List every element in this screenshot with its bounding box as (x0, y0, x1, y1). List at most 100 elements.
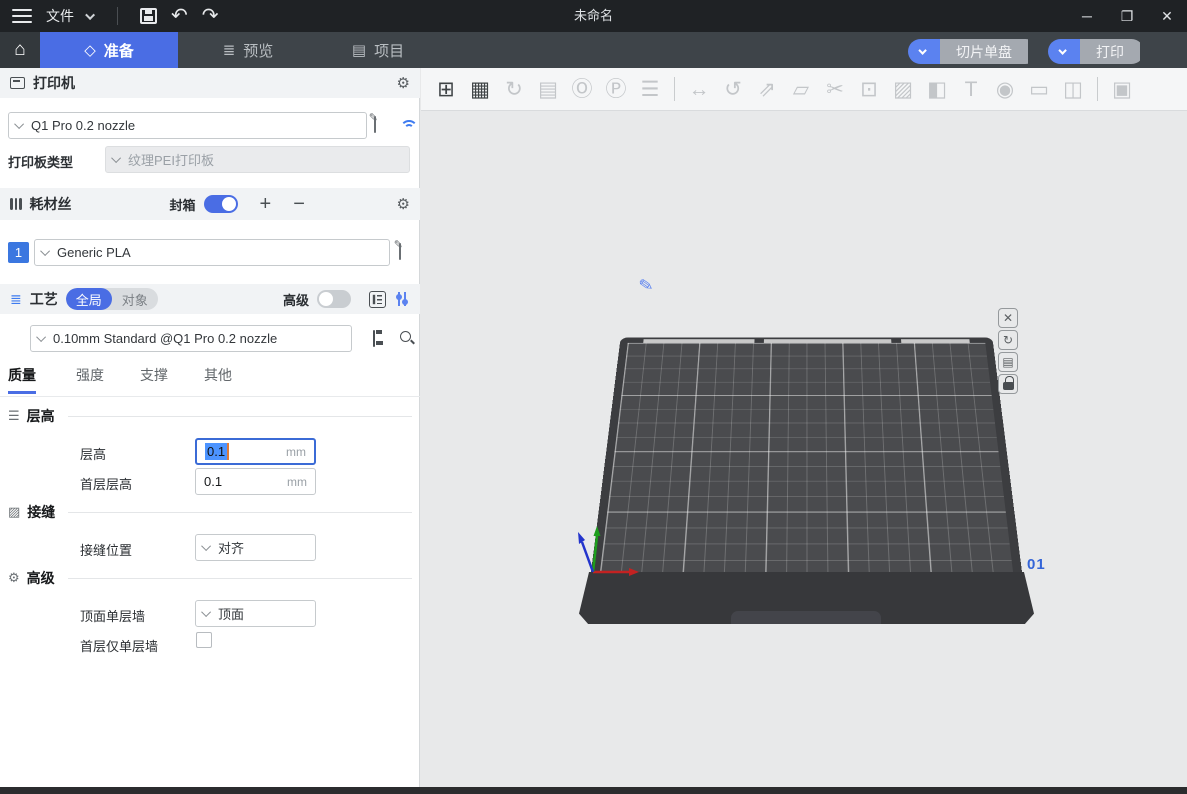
chevron-down-icon (36, 332, 46, 342)
advanced-toggle[interactable] (317, 290, 351, 308)
orient-plate-button[interactable]: ↻ (998, 330, 1018, 350)
chevron-down-icon (111, 153, 121, 163)
scope-global-button[interactable]: 全局 (66, 288, 112, 310)
file-menu-chevron-icon[interactable] (85, 10, 95, 20)
tab-strength[interactable]: 强度 (76, 365, 104, 385)
seal-toggle[interactable] (204, 195, 238, 213)
seam-position-select[interactable]: 对齐 (195, 534, 316, 561)
arrange-icon: ▤ (531, 79, 565, 100)
add-plate-icon[interactable]: ▦ (463, 79, 497, 100)
printer-settings-gear-icon[interactable]: ⚙ (397, 74, 410, 92)
layer-height-icon: ☰ (8, 408, 20, 424)
first-layer-single-wall-checkbox[interactable] (196, 632, 212, 648)
plate-type-value: 纹理PEI打印板 (128, 150, 214, 169)
toolbar-separator (674, 77, 675, 101)
cube-icon: ◇ (84, 41, 96, 59)
section-title-label: 高级 (27, 568, 55, 588)
layer-height-label: 层高 (80, 444, 106, 463)
seam-position-label: 接缝位置 (80, 540, 132, 559)
tab-project[interactable]: ▤ 项目 (318, 32, 438, 68)
first-layer-height-input[interactable]: 0.1 mm (195, 468, 316, 495)
tab-preview[interactable]: ≣ 预览 (178, 32, 318, 68)
tab-project-label: 项目 (374, 40, 404, 61)
preset-select[interactable]: 0.10mm Standard @Q1 Pro 0.2 nozzle (30, 325, 352, 352)
slice-options-dropdown[interactable] (908, 39, 940, 64)
undo-icon[interactable]: ↶ (171, 6, 188, 26)
maximize-button[interactable]: ❐ (1107, 0, 1147, 32)
chevron-down-icon (201, 607, 211, 617)
section-title-label: 层高 (27, 406, 55, 426)
plate-edit-icon[interactable]: ✎ (637, 275, 655, 297)
minimize-button[interactable]: ─ (1067, 0, 1107, 32)
seam-icon: ▨ (8, 504, 20, 520)
hamburger-menu-icon[interactable] (12, 9, 32, 23)
build-plate-handle (731, 611, 881, 624)
tabbar: ⌂ ◇ 准备 ≣ 预览 ▤ 项目 切片单盘 打印 (0, 32, 1187, 68)
slice-plate-button[interactable]: 切片单盘 (908, 39, 1038, 64)
lock-plate-button[interactable] (998, 374, 1018, 394)
first-layer-height-unit: mm (287, 475, 307, 489)
filament-slot-badge[interactable]: 1 (8, 242, 29, 263)
build-plate[interactable] (590, 302, 1023, 580)
scale-icon: ⇗ (750, 79, 784, 100)
top-single-wall-value: 顶面 (218, 604, 244, 623)
remove-filament-button[interactable]: − (293, 194, 305, 214)
top-single-wall-select[interactable]: 顶面 (195, 600, 316, 627)
layer-height-input[interactable]: 0.1 mm (195, 438, 316, 465)
tune-icon[interactable] (394, 291, 410, 307)
advanced-section-title: ⚙ 高级 (8, 568, 412, 588)
seam-position-value: 对齐 (218, 538, 244, 557)
text-tool-icon: T (954, 79, 988, 100)
filament-settings-gear-icon[interactable]: ⚙ (397, 195, 410, 213)
tab-quality[interactable]: 质量 (8, 365, 36, 394)
rotate-icon: ↺ (716, 79, 750, 100)
first-layer-height-label: 首层层高 (80, 474, 132, 493)
scope-object-button[interactable]: 对象 (112, 288, 158, 310)
tab-prepare[interactable]: ◇ 准备 (40, 32, 178, 68)
home-button[interactable]: ⌂ (0, 32, 40, 68)
gear-icon: ⚙ (8, 570, 20, 586)
list-icon: ▤ (352, 41, 366, 59)
plate-action-buttons: ✕ ↻ ▤ (998, 308, 1018, 394)
parameter-table-icon[interactable] (369, 291, 386, 308)
first-layer-single-wall-label: 首层仅单层墙 (80, 636, 158, 655)
printer-edit-icon[interactable] (374, 116, 376, 133)
tab-other[interactable]: 其他 (204, 365, 232, 385)
tab-support[interactable]: 支撑 (140, 365, 168, 385)
add-filament-button[interactable]: + (260, 194, 272, 214)
add-model-icon[interactable]: ⊞ (429, 79, 463, 100)
split-to-objects-icon: Ⓞ (565, 79, 599, 100)
filament-select[interactable]: Generic PLA (34, 239, 390, 266)
delete-plate-button[interactable]: ✕ (998, 308, 1018, 328)
filament-edit-icon[interactable] (399, 243, 401, 260)
save-icon[interactable] (140, 8, 157, 24)
titlebar-divider (117, 7, 118, 25)
lay-on-face-icon: ▱ (784, 79, 818, 100)
plate-type-select[interactable]: 纹理PEI打印板 (105, 146, 410, 173)
save-preset-icon[interactable] (373, 330, 375, 347)
layers-icon: ≣ (223, 41, 236, 59)
printer-model-value: Q1 Pro 0.2 nozzle (31, 118, 135, 133)
print-options-dropdown[interactable] (1048, 39, 1080, 64)
build-plate-surface[interactable] (590, 337, 1023, 580)
lock-icon (1003, 379, 1014, 390)
filament-section-header: 耗材丝 封箱 + − ⚙ (0, 188, 420, 220)
printer-select[interactable]: Q1 Pro 0.2 nozzle (8, 112, 367, 139)
process-icon: ≣ (10, 291, 22, 308)
window-bottom-edge (0, 787, 1187, 794)
layer-height-section-title: ☰ 层高 (8, 406, 412, 426)
plate-settings-button[interactable]: ▤ (998, 352, 1018, 372)
print-button[interactable]: 打印 (1048, 39, 1144, 64)
settings-panel: 打印机 ⚙ Q1 Pro 0.2 nozzle 打印板类型 纹理PEI打印板 耗… (0, 68, 420, 787)
redo-icon[interactable]: ↷ (202, 6, 219, 26)
viewport-toolbar: ⊞▦↻▤ⓄⓅ☰↔↺⇗▱✂⊡▨◧T◉▭◫▣ (421, 68, 1187, 111)
plate-number-label: 01 (1027, 556, 1046, 573)
tab-preview-label: 预览 (243, 40, 273, 61)
assembly-view-icon: ▣ (1105, 79, 1139, 100)
variable-layer-height-icon: ☰ (633, 79, 667, 100)
file-menu[interactable]: 文件 (46, 6, 74, 26)
layer-height-unit: mm (286, 445, 306, 459)
viewport-3d[interactable]: ⊞▦↻▤ⓄⓅ☰↔↺⇗▱✂⊡▨◧T◉▭◫▣ ✎ 01 ✕ ↻ ▤ (421, 68, 1187, 787)
plate-type-label: 打印板类型 (8, 152, 73, 171)
close-button[interactable]: ✕ (1147, 0, 1187, 32)
